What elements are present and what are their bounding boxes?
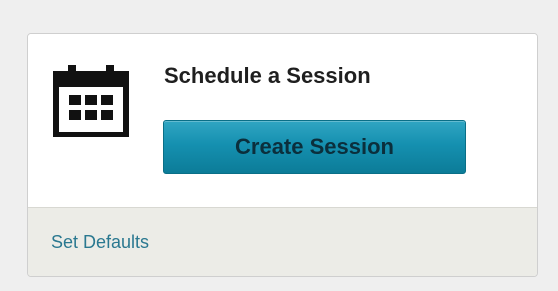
create-session-button[interactable]: Create Session [163,120,466,174]
card-title: Schedule a Session [164,63,371,88]
page: Schedule a Session Create Session Set De… [0,0,558,291]
card-footer: Set Defaults [28,207,537,276]
card-body: Schedule a Session Create Session [28,34,537,207]
calendar-icon [53,65,129,137]
set-defaults-link[interactable]: Set Defaults [51,230,149,254]
schedule-session-card: Schedule a Session Create Session Set De… [27,33,538,277]
